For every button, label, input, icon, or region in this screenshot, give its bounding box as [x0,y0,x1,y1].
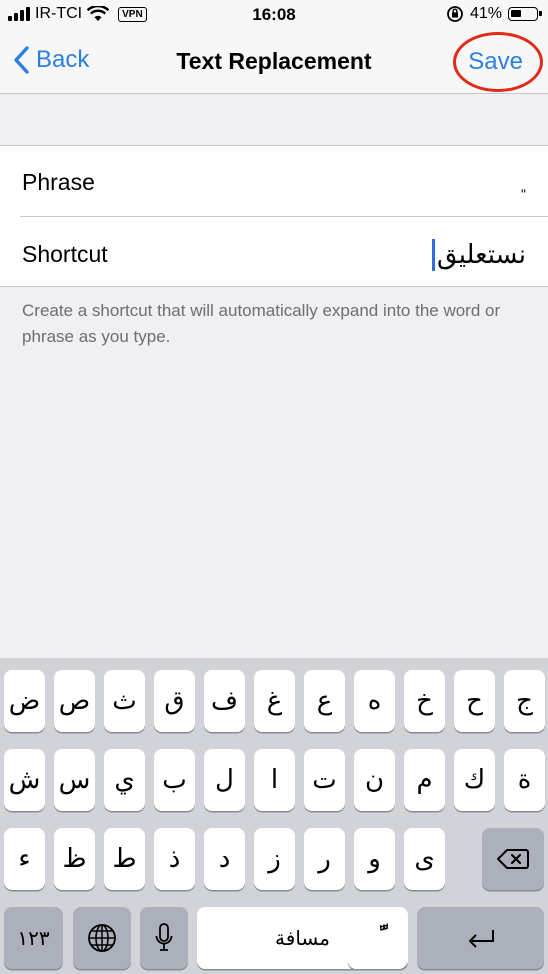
key[interactable]: ت [304,749,345,811]
key[interactable]: ج [504,670,545,732]
key[interactable]: ة [504,749,545,811]
key[interactable]: ز [254,828,295,890]
key[interactable]: ظ [54,828,95,890]
key[interactable]: ع [304,670,345,732]
key[interactable]: ي [104,749,145,811]
shortcut-row[interactable]: Shortcut نستعليق [20,216,548,286]
key[interactable]: ن [354,749,395,811]
status-right: 41% [446,5,542,23]
key[interactable]: ك [454,749,495,811]
key[interactable]: ب [154,749,195,811]
keyboard: ضصثقفغعهخحج شسيبلاتنمكة ءظطذدزروى ١٢٣ مس… [0,658,548,974]
phrase-label: Phrase [22,169,95,195]
phrase-field[interactable]: " [521,186,526,202]
globe-key[interactable] [73,907,131,969]
diacritic-key[interactable]: ًّ [348,907,407,969]
numbers-key[interactable]: ١٢٣ [4,907,63,969]
shortcut-text: نستعليق [437,240,526,270]
key[interactable]: م [404,749,445,811]
key[interactable]: س [54,749,95,811]
key[interactable]: ق [154,670,195,732]
globe-icon [88,924,116,952]
key[interactable]: ل [204,749,245,811]
navigation-bar: Back Text Replacement Save [0,30,548,94]
key[interactable]: و [354,828,395,890]
key[interactable]: خ [404,670,445,732]
battery-icon [508,7,542,21]
save-button[interactable]: Save [468,48,523,76]
key[interactable]: ى [404,828,445,890]
phrase-row[interactable]: Phrase " [0,146,548,216]
key[interactable]: ص [54,670,95,732]
key[interactable]: ذ [154,828,195,890]
text-replacement-form: Phrase " Shortcut نستعليق [0,145,548,287]
key[interactable]: ا [254,749,295,811]
key[interactable]: ض [4,670,45,732]
key[interactable]: ط [104,828,145,890]
page-title: Text Replacement [176,48,372,74]
microphone-icon [155,923,173,951]
key[interactable]: د [204,828,245,890]
key[interactable]: ء [4,828,45,890]
text-cursor [432,239,436,271]
return-key[interactable] [417,907,544,969]
key[interactable]: ه [354,670,395,732]
key[interactable]: ر [304,828,345,890]
shortcut-label: Shortcut [22,241,108,267]
shortcut-field[interactable]: نستعليق [432,239,526,271]
rotation-lock-icon [447,6,463,22]
backspace-key[interactable] [482,828,544,890]
key[interactable]: ح [454,670,495,732]
hint-text: Create a shortcut that will automaticall… [22,301,501,346]
key[interactable]: ث [104,670,145,732]
key[interactable]: ش [4,749,45,811]
battery-percent: 41% [469,5,502,22]
return-icon [468,930,494,948]
key[interactable]: غ [254,670,295,732]
key[interactable]: ف [204,670,245,732]
backspace-icon [497,849,529,869]
status-bar: IR-TCI VPN 16:08 41% [0,0,548,30]
microphone-key[interactable] [140,907,188,969]
